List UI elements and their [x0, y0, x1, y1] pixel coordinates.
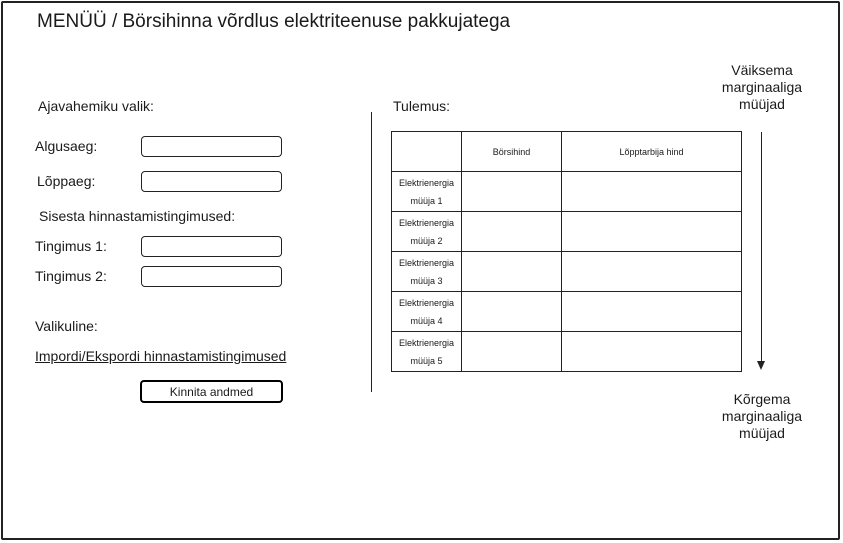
start-time-input[interactable]: [141, 136, 282, 157]
end-time-input[interactable]: [141, 171, 282, 192]
vertical-divider: [371, 112, 372, 392]
confirm-button[interactable]: Kinnita andmed: [140, 380, 283, 403]
condition-2-label: Tingimus 2:: [35, 268, 107, 284]
time-range-heading: Ajavahemiku valik:: [38, 98, 154, 114]
optional-label: Valikuline:: [35, 318, 98, 334]
consumer-price-cell: [561, 331, 742, 372]
conditions-heading: Sisesta hinnastamistingimused:: [39, 208, 236, 224]
seller-name-cell: Elektrienergia müüja 1: [391, 171, 462, 212]
seller-name-cell: Elektrienergia müüja 2: [391, 211, 462, 252]
seller-name-cell: Elektrienergia müüja 3: [391, 251, 462, 292]
table-row: Elektrienergia müüja 3: [391, 251, 742, 292]
seller-name-cell: Elektrienergia müüja 4: [391, 291, 462, 332]
table-header-row: Börsihind Lõpptarbija hind: [391, 131, 742, 172]
consumer-price-cell: [561, 171, 742, 212]
exchange-price-cell: [461, 331, 562, 372]
import-export-link[interactable]: Impordi/Ekspordi hinnastamistingimused: [35, 348, 286, 364]
consumer-price-cell: [561, 211, 742, 252]
exchange-price-cell: [461, 251, 562, 292]
higher-margin-legend: Kõrgema marginaaliga müüjad: [721, 391, 803, 441]
consumer-price-cell: [561, 251, 742, 292]
column-header-seller: [391, 131, 462, 172]
results-heading: Tulemus:: [393, 98, 451, 114]
exchange-price-cell: [461, 211, 562, 252]
column-header-consumer-price: Lõpptarbija hind: [561, 131, 742, 172]
table-row: Elektrienergia müüja 5: [391, 331, 742, 372]
arrow-down-icon: [757, 361, 765, 370]
exchange-price-cell: [461, 291, 562, 332]
page-title: MENÜÜ / Börsihinna võrdlus elektriteenus…: [37, 11, 511, 32]
condition-1-input[interactable]: [141, 236, 282, 257]
condition-1-label: Tingimus 1:: [35, 238, 107, 254]
condition-2-input[interactable]: [141, 266, 282, 287]
table-row: Elektrienergia müüja 4: [391, 291, 742, 332]
start-time-label: Algusaeg:: [35, 138, 98, 154]
column-header-exchange-price: Börsihind: [461, 131, 562, 172]
seller-name-cell: Elektrienergia müüja 5: [391, 331, 462, 372]
lower-margin-legend: Väiksema marginaaliga müüjad: [721, 62, 803, 112]
consumer-price-cell: [561, 291, 742, 332]
margin-arrow-line: [761, 132, 762, 362]
table-row: Elektrienergia müüja 2: [391, 211, 742, 252]
end-time-label: Lõppaeg:: [37, 173, 96, 189]
results-table: Börsihind Lõpptarbija hind Elektrienergi…: [391, 131, 742, 372]
table-row: Elektrienergia müüja 1: [391, 171, 742, 212]
exchange-price-cell: [461, 171, 562, 212]
